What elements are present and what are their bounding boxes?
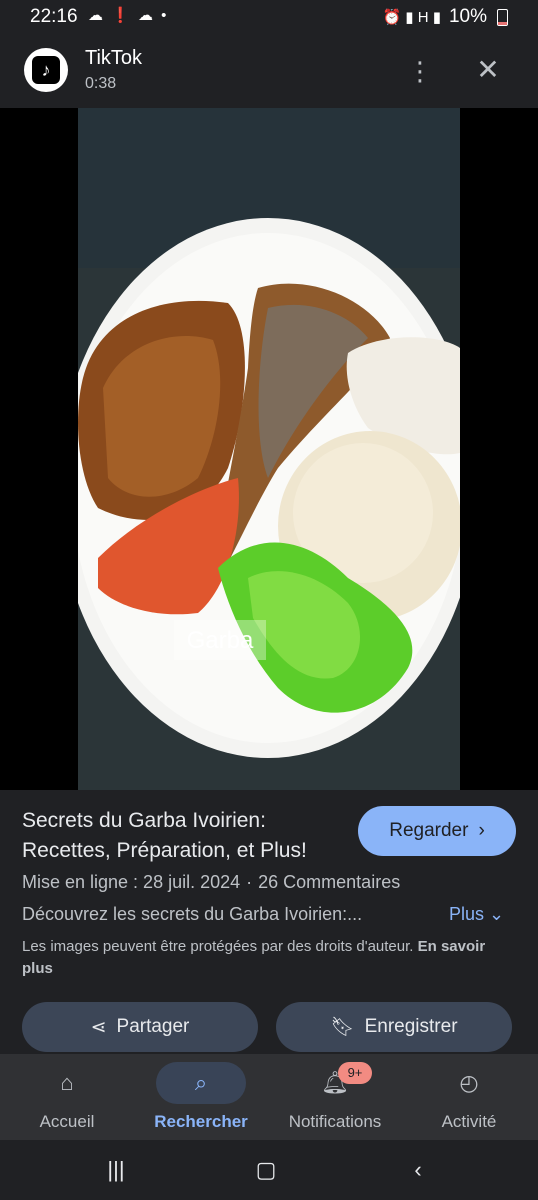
- status-bar: 22:16 ☁ ❗ ☁ • ⏰ ▮ H ▮ 10%: [0, 0, 538, 36]
- nav-label-search: Rechercher: [154, 1112, 248, 1131]
- save-button[interactable]: 🔖︎ Enregistrer: [276, 1002, 512, 1052]
- battery-icon: [497, 8, 508, 26]
- home-button-icon[interactable]: ▢: [246, 1152, 286, 1188]
- copyright-text: Les images peuvent être protégées par de…: [22, 938, 414, 955]
- home-icon: ⌂: [60, 1070, 74, 1095]
- system-status-icons: ⏰ ▮ H ▮ 10%: [382, 6, 508, 28]
- app-header: ♪ TikTok 0:38 ⋮ ✕: [0, 36, 538, 108]
- nav-label-home: Accueil: [39, 1112, 95, 1131]
- nav-label-activity: Activité: [441, 1112, 497, 1131]
- food-photo: Garba: [78, 108, 460, 790]
- nav-item-notifications[interactable]: 🔔︎ 9+ Notifications: [268, 1062, 402, 1140]
- more-options-icon[interactable]: ⋮: [406, 56, 434, 86]
- chevron-right-icon: ›: [478, 820, 485, 841]
- media-viewer[interactable]: Garba: [0, 108, 538, 790]
- bottom-navigation: ⌂ Accueil ⌕ Rechercher 🔔︎ 9+ Notificatio…: [0, 1054, 538, 1140]
- bookmark-icon: 🔖︎: [330, 1017, 355, 1038]
- copyright-notice: Les images peuvent être protégées par de…: [22, 936, 492, 980]
- nav-label-notifications: Notifications: [288, 1112, 382, 1131]
- nav-item-home[interactable]: ⌂ Accueil: [0, 1062, 134, 1140]
- video-duration: 0:38: [85, 75, 117, 92]
- meta-separator: ·: [246, 872, 253, 892]
- save-label: Enregistrer: [364, 1016, 458, 1037]
- share-label: Partager: [116, 1016, 190, 1037]
- result-title[interactable]: Secrets du Garba Ivoirien: Recettes, Pré…: [22, 806, 342, 866]
- back-icon[interactable]: ‹: [398, 1152, 438, 1188]
- tiktok-logo-icon: ♪: [24, 48, 68, 92]
- publish-date: Mise en ligne : 28 juil. 2024: [22, 872, 241, 892]
- more-button[interactable]: Plus ⌄: [449, 904, 504, 925]
- battery-percent: 10%: [448, 6, 487, 27]
- result-description: Découvrez les secrets du Garba Ivoirien:…: [22, 904, 363, 924]
- notification-badge: 9+: [338, 1062, 372, 1084]
- status-time: 22:16: [30, 6, 78, 27]
- search-icon: ⌕: [156, 1062, 246, 1104]
- more-label: Plus: [449, 904, 485, 924]
- close-icon[interactable]: ✕: [472, 54, 504, 86]
- overlay-caption: Garba: [187, 627, 254, 654]
- history-icon: ◴: [459, 1070, 479, 1095]
- notification-icons: ☁ ❗ ☁ •: [88, 7, 169, 24]
- app-title: TikTok: [85, 47, 143, 69]
- signal-icons: ⏰ ▮ H ▮: [382, 9, 441, 26]
- chevron-down-icon: ⌄: [489, 904, 505, 924]
- nav-item-search[interactable]: ⌕ Rechercher: [134, 1062, 268, 1140]
- recent-apps-icon[interactable]: |||: [96, 1152, 136, 1188]
- result-info-panel: Secrets du Garba Ivoirien: Recettes, Pré…: [0, 790, 538, 1054]
- watch-label: Regarder: [389, 820, 469, 841]
- system-navigation-bar: ||| ▢ ‹: [0, 1140, 538, 1200]
- result-meta: Mise en ligne : 28 juil. 2024 · 26 Comment…: [22, 872, 400, 893]
- share-icon: ⋖: [90, 1016, 107, 1038]
- share-button[interactable]: ⋖ Partager: [22, 1002, 258, 1052]
- comment-count: 26 Commentaires: [258, 872, 401, 892]
- nav-item-activity[interactable]: ◴ Activité: [402, 1062, 536, 1140]
- watch-button[interactable]: Regarder ›: [358, 806, 516, 856]
